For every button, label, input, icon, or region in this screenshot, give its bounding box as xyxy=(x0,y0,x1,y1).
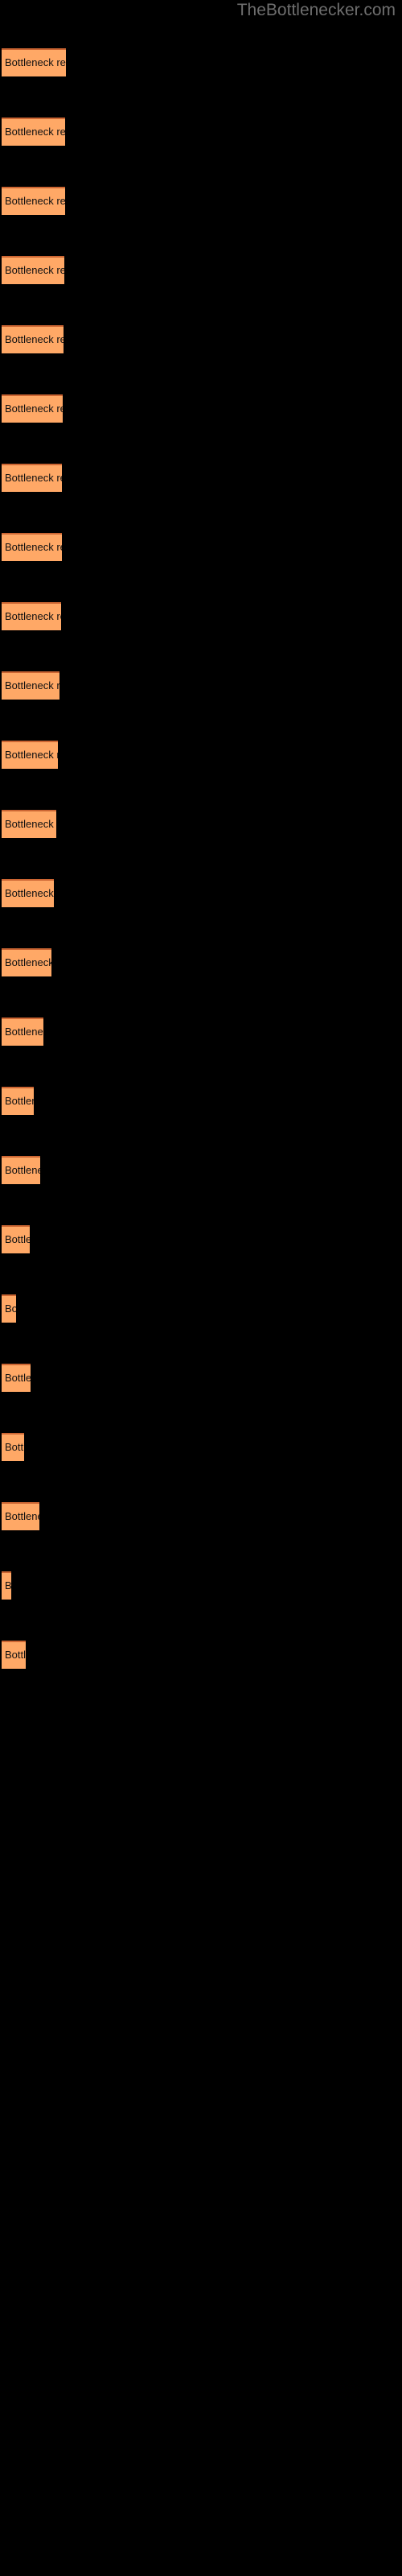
bar-label: Bottleneck result xyxy=(5,610,61,622)
bar-label: Bottleneck result xyxy=(5,126,65,138)
bar-label: Bottleneck result xyxy=(5,1164,40,1176)
bar[interactable]: Bottleneck result xyxy=(2,671,59,700)
bar-series: Bottleneck result Bottleneck result Bottle… xyxy=(0,0,402,2576)
bar-label: Bottleneck result xyxy=(5,1302,16,1315)
bar[interactable]: Bottleneck result xyxy=(2,1087,34,1115)
bar[interactable]: Bottleneck result xyxy=(2,187,65,215)
bar-label: Bottleneck result xyxy=(5,818,56,830)
bar-label: Bottleneck result xyxy=(5,333,64,345)
bar-label: Bottleneck result xyxy=(5,1095,34,1107)
bar-label: Bottleneck result xyxy=(5,541,62,553)
bar[interactable]: Bottleneck result xyxy=(2,602,61,630)
bar-label: Bottleneck result xyxy=(5,1026,43,1038)
bar[interactable]: Bottleneck result xyxy=(2,1018,43,1046)
bottleneck-bar-chart: TheBottlenecker.com Bottleneck resultBot… xyxy=(0,0,402,2576)
bar[interactable]: Bottleneck result xyxy=(2,1156,40,1184)
bar-label: Bottleneck result xyxy=(5,472,62,484)
bar-label: Bottleneck result xyxy=(5,402,63,415)
bar[interactable]: Bottleneck result xyxy=(2,1571,11,1600)
bar-label: Bottleneck result xyxy=(5,56,66,68)
bar[interactable]: Bottleneck result xyxy=(2,464,62,492)
bar-label: Bottleneck result xyxy=(5,887,54,899)
bar-label: Bottleneck result xyxy=(5,679,59,691)
bar[interactable]: Bottleneck result xyxy=(2,1433,24,1461)
bar-label: Bottleneck result xyxy=(5,749,58,761)
bar[interactable]: Bottleneck result xyxy=(2,325,64,353)
bar[interactable]: Bottleneck result xyxy=(2,394,63,423)
bar[interactable]: Bottleneck result xyxy=(2,810,56,838)
bar-label: Bottleneck result xyxy=(5,1233,30,1245)
bar[interactable]: Bottleneck result xyxy=(2,533,62,561)
bar[interactable]: Bottleneck result xyxy=(2,1502,39,1530)
bar[interactable]: Bottleneck result xyxy=(2,879,54,907)
bar[interactable]: Bottleneck result xyxy=(2,48,66,76)
bar[interactable]: Bottleneck result xyxy=(2,741,58,769)
bar-label: Bottleneck result xyxy=(5,1441,24,1453)
bar-label: Bottleneck result xyxy=(5,956,51,968)
bar[interactable]: Bottleneck result xyxy=(2,1225,30,1253)
bar-label: Bottleneck result xyxy=(5,264,64,276)
bar[interactable]: Bottleneck result xyxy=(2,1364,31,1392)
bar[interactable]: Bottleneck result xyxy=(2,948,51,976)
bar-label: Bottleneck result xyxy=(5,1579,11,1591)
bar-label: Bottleneck result xyxy=(5,1649,26,1661)
bar[interactable]: Bottleneck result xyxy=(2,1294,16,1323)
bar-label: Bottleneck result xyxy=(5,195,65,207)
bar[interactable]: Bottleneck result xyxy=(2,256,64,284)
bar-label: Bottleneck result xyxy=(5,1510,39,1522)
bar-label: Bottleneck result xyxy=(5,1372,31,1384)
bar[interactable]: Bottleneck result xyxy=(2,118,65,146)
bar[interactable]: Bottleneck result xyxy=(2,1641,26,1669)
